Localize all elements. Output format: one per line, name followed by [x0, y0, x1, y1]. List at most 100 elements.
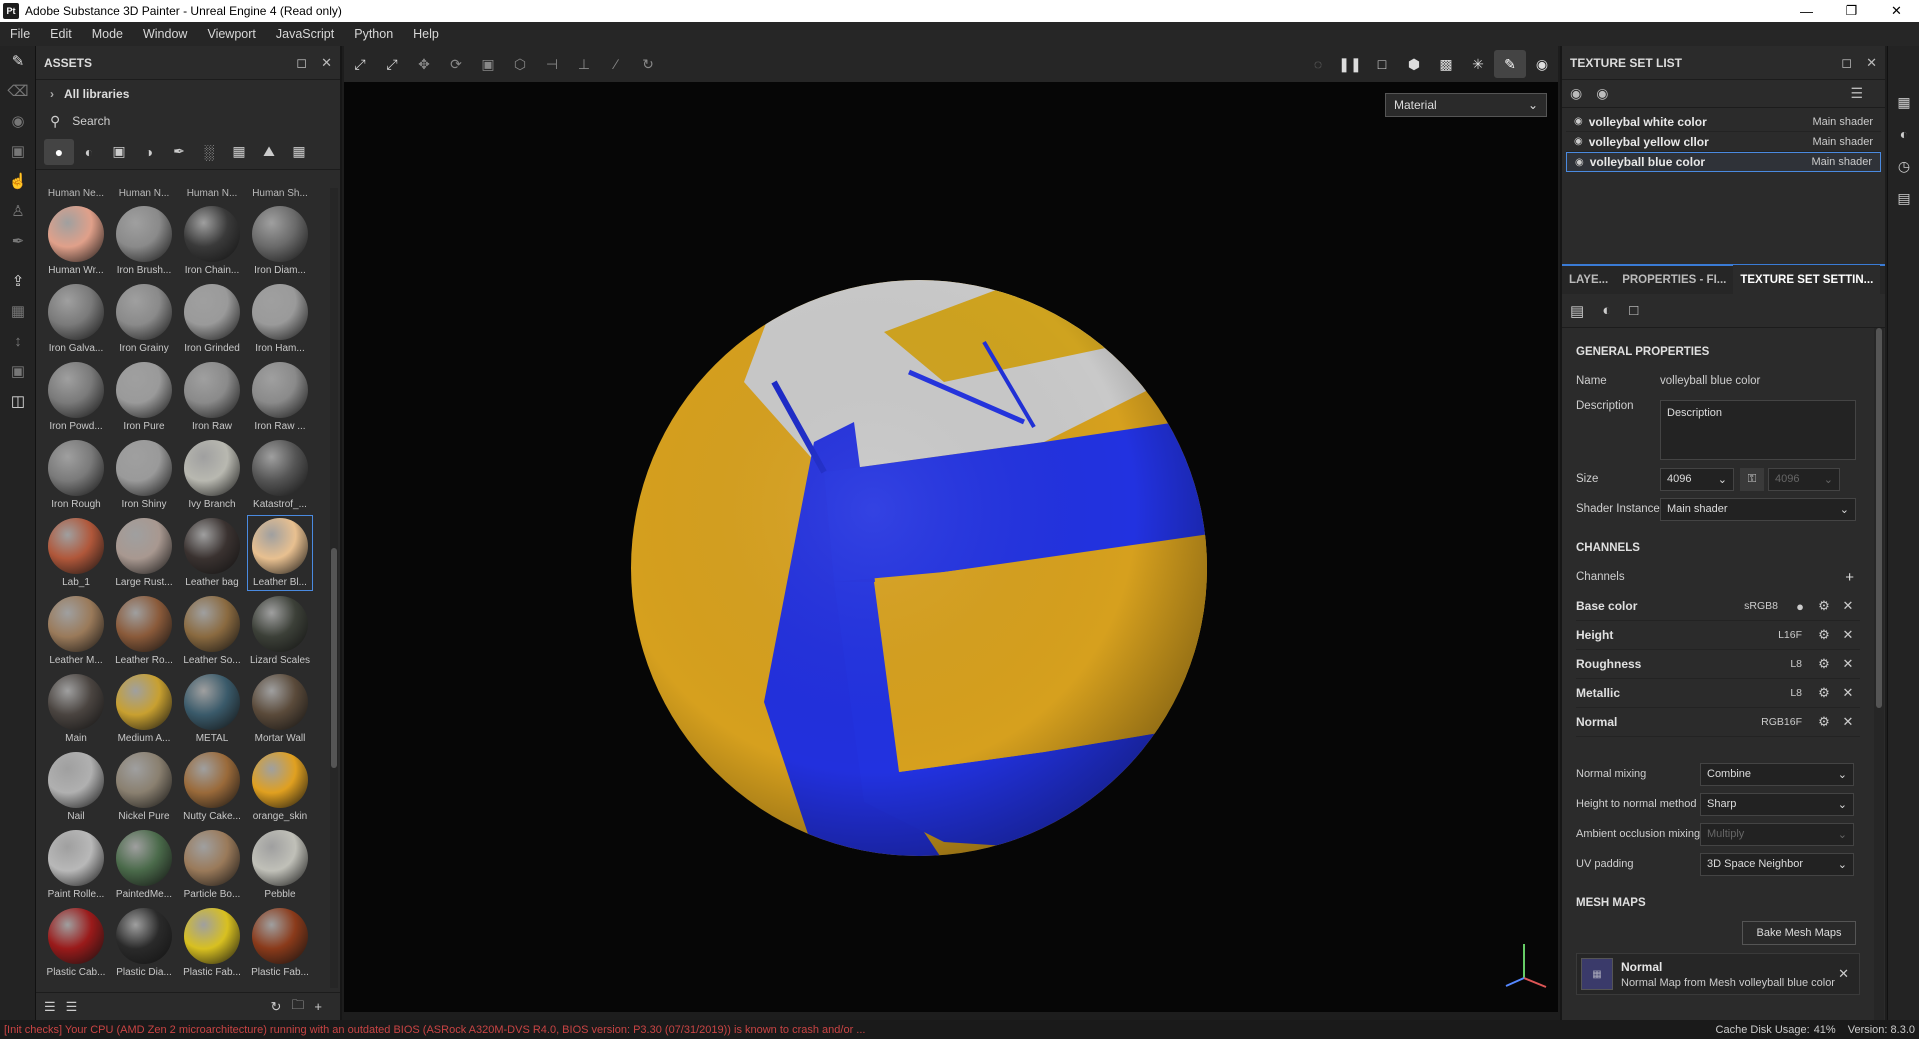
all-libraries[interactable]: › All libraries	[36, 80, 340, 108]
scale-icon[interactable]: ▣	[472, 56, 504, 73]
menu-help[interactable]: Help	[403, 27, 449, 41]
viewport-mode-select[interactable]: Material ⌄	[1385, 93, 1547, 117]
object-icon[interactable]: ⬡	[504, 56, 536, 73]
screenshot-icon[interactable]: ◉	[1526, 56, 1558, 73]
eraser-icon[interactable]: ⌫	[0, 76, 36, 106]
channel-format[interactable]: sRGB8	[1718, 600, 1778, 612]
tab-layers[interactable]: LAYE...	[1562, 274, 1615, 286]
environments-filter-icon[interactable]: ⛰	[254, 139, 284, 165]
tab-texture-set-settings[interactable]: TEXTURE SET SETTIN...	[1733, 265, 1881, 295]
smart-materials-filter-icon[interactable]: ◐	[74, 139, 104, 165]
reset-icon[interactable]: ↻	[632, 56, 664, 73]
assets-scrollbar[interactable]	[330, 188, 338, 988]
brushes-filter-icon[interactable]: ✒	[164, 139, 194, 165]
grid-view-icon[interactable]: ▦	[284, 139, 314, 165]
gear-icon[interactable]: ⚙	[1812, 656, 1836, 672]
materials-filter-icon[interactable]: ●	[44, 138, 74, 165]
shader-icon[interactable]: ◐	[1602, 302, 1611, 319]
move-icon[interactable]: ✥	[408, 56, 440, 73]
add-icon[interactable]: +	[314, 999, 322, 1014]
asset-tile[interactable]: Katastrof_...	[246, 436, 314, 514]
history-icon[interactable]: ◷	[1888, 150, 1919, 182]
smudge-icon[interactable]: ☝	[0, 166, 36, 196]
menu-javascript[interactable]: JavaScript	[266, 27, 344, 41]
generators-filter-icon[interactable]: ◑	[134, 139, 164, 165]
uv-padding-select[interactable]: 3D Space Neighbor ⌄	[1700, 852, 1854, 876]
remove-icon[interactable]: ✕	[1836, 598, 1860, 614]
asset-tile[interactable]: Large Rust...	[110, 514, 178, 592]
uv-icon[interactable]: □	[1629, 302, 1638, 319]
eye-icon[interactable]: ◉	[1574, 116, 1583, 127]
symmetry-icon[interactable]: ⊣	[536, 56, 568, 73]
asset-tile[interactable]: Leather So...	[178, 592, 246, 670]
menu-python[interactable]: Python	[344, 27, 403, 41]
asset-tile[interactable]: Iron Pure	[110, 358, 178, 436]
menu-mode[interactable]: Mode	[82, 27, 133, 41]
asset-tile[interactable]: Pebble	[246, 826, 314, 904]
asset-tile[interactable]: Iron Chain...	[178, 202, 246, 280]
asset-tile[interactable]: Iron Galva...	[42, 280, 110, 358]
masks-filter-icon[interactable]: ▣	[104, 139, 134, 165]
asset-tile[interactable]: Leather bag	[178, 514, 246, 592]
scrollbar-thumb[interactable]	[1876, 328, 1882, 708]
pause-icon[interactable]: ❚❚	[1334, 56, 1366, 73]
asset-tile[interactable]: Leather Ro...	[110, 592, 178, 670]
clone-icon[interactable]: ♙	[0, 196, 36, 226]
asset-tile[interactable]: Iron Ham...	[246, 280, 314, 358]
asset-tile[interactable]: Lab_1	[42, 514, 110, 592]
search-field[interactable]: ⚲ Search	[36, 108, 340, 134]
viewport-3d[interactable]	[344, 82, 1558, 1012]
hide-icon[interactable]: ◌	[1302, 56, 1334, 72]
gear-icon[interactable]: ⚙	[1812, 598, 1836, 614]
asset-tile[interactable]: Iron Shiny	[110, 436, 178, 514]
gear-icon[interactable]: ⚙	[1812, 685, 1836, 701]
asset-tile[interactable]: Plastic Fab...	[178, 904, 246, 982]
particles-filter-icon[interactable]: ░	[194, 139, 224, 165]
texture-set-shader[interactable]: Main shader	[1812, 136, 1873, 148]
eye-icon[interactable]: ◉	[1574, 136, 1583, 147]
color-profile-icon[interactable]: ●	[1788, 599, 1812, 614]
mesh-map-item[interactable]: ▦ Normal Normal Map from Mesh volleyball…	[1576, 953, 1860, 995]
texture-set-shader[interactable]: Main shader	[1812, 116, 1873, 128]
eye-icon[interactable]: ◉	[1596, 85, 1608, 102]
asset-tile[interactable]: PaintedMe...	[110, 826, 178, 904]
asset-tile[interactable]: Iron Grinded	[178, 280, 246, 358]
asset-tile[interactable]: Medium A...	[110, 670, 178, 748]
remove-icon[interactable]: ✕	[1836, 627, 1860, 643]
asset-tile[interactable]: Plastic Cab...	[42, 904, 110, 982]
refresh-icon[interactable]: ↻	[270, 999, 281, 1015]
minimize-icon[interactable]: —	[1784, 0, 1829, 22]
scrollbar-thumb[interactable]	[331, 548, 337, 768]
asset-tile[interactable]: Nickel Pure	[110, 748, 178, 826]
rotate-icon[interactable]: ⟳	[440, 56, 472, 73]
normal-mixing-select[interactable]: Combine ⌄	[1700, 762, 1854, 786]
asset-label[interactable]: Human N...	[178, 188, 246, 202]
export-icon[interactable]: ⇪	[0, 266, 36, 296]
texture-set-shader[interactable]: Main shader	[1811, 156, 1872, 168]
remove-icon[interactable]: ✕	[1836, 685, 1860, 701]
asset-tile[interactable]: orange_skin	[246, 748, 314, 826]
remove-icon[interactable]: ✕	[1838, 966, 1849, 982]
transform-icon[interactable]: ⤢	[344, 56, 376, 73]
channel-format[interactable]: L8	[1742, 687, 1802, 699]
list-detail-icon[interactable]: ☰	[66, 999, 78, 1015]
tab-properties[interactable]: PROPERTIES - FI...	[1615, 274, 1733, 286]
asset-tile[interactable]: Iron Rough	[42, 436, 110, 514]
asset-tile[interactable]: METAL	[178, 670, 246, 748]
asset-tile[interactable]: Leather Bl...	[246, 514, 314, 592]
paint-brush-icon[interactable]: ✎	[0, 46, 36, 76]
snapshot-icon[interactable]: ▣	[0, 356, 36, 386]
align-icon[interactable]: ⊥	[568, 56, 600, 73]
channel-format[interactable]: L8	[1742, 658, 1802, 670]
menu-window[interactable]: Window	[133, 27, 197, 41]
asset-label[interactable]: Human Sh...	[246, 188, 314, 202]
resources-icon[interactable]: ◫	[0, 386, 36, 416]
transform-options-icon[interactable]: ⤢	[376, 56, 408, 73]
shader-instance-select[interactable]: Main shader ⌄	[1660, 497, 1856, 521]
color-picker-icon[interactable]: ✒	[0, 226, 36, 256]
status-error[interactable]: [Init checks] Your CPU (AMD Zen 2 microa…	[4, 1024, 904, 1036]
visibility-toggle-icon[interactable]: ◉	[1570, 85, 1582, 102]
shader-settings-icon[interactable]: ◐	[1888, 118, 1919, 150]
channel-format[interactable]: L16F	[1742, 629, 1802, 641]
asset-tile[interactable]: Iron Powd...	[42, 358, 110, 436]
